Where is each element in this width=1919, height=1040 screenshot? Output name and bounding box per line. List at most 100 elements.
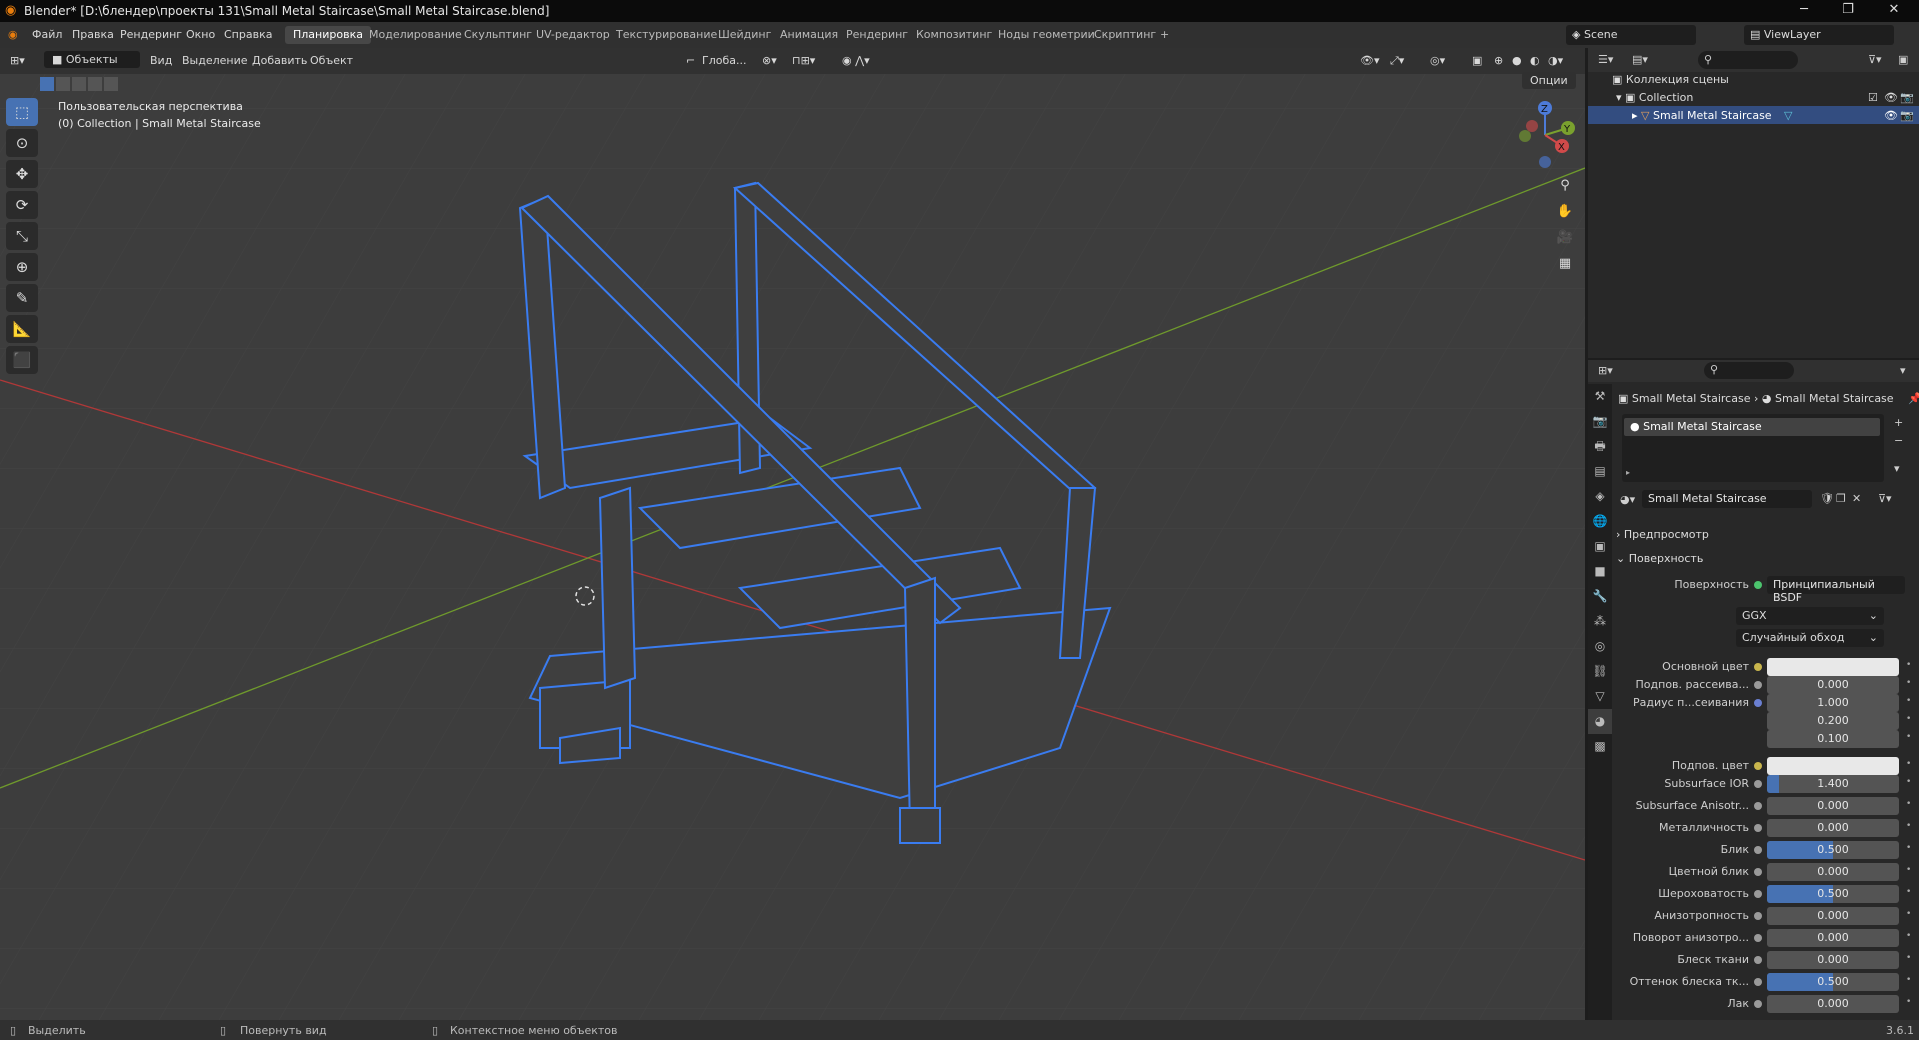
modifier-tab-icon[interactable]: 🔧 <box>1588 584 1612 609</box>
menu-render[interactable]: Рендеринг <box>120 28 182 41</box>
animate-property-icon[interactable]: • <box>1906 759 1911 769</box>
navigation-gizmo[interactable]: Z Y X <box>1510 100 1580 170</box>
properties-search-input[interactable]: ⚲ <box>1704 362 1794 379</box>
animate-property-icon[interactable]: • <box>1906 997 1911 1007</box>
input-socket-icon[interactable] <box>1754 912 1762 920</box>
value-slider[interactable]: 0.000 <box>1767 676 1899 694</box>
animate-property-icon[interactable]: • <box>1906 714 1911 724</box>
outliner-object-row[interactable]: ▸ ▽ Small Metal Staircase ▽ 👁 📷 <box>1588 106 1919 124</box>
transform-tool-icon[interactable]: ⊕ <box>6 253 38 281</box>
value-slider[interactable]: 0.200 <box>1767 712 1899 730</box>
animate-property-icon[interactable]: • <box>1906 953 1911 963</box>
input-socket-icon[interactable] <box>1754 699 1762 707</box>
tab-modeling[interactable]: Моделирование <box>361 26 470 44</box>
menu-window[interactable]: Окно <box>186 28 215 41</box>
3d-viewport[interactable]: ⊞▾ ■ Объекты Вид Выделение Добавить Объе… <box>0 48 1585 1020</box>
measure-tool-icon[interactable]: 📐 <box>6 315 38 343</box>
orientation-selector[interactable]: Глоба... <box>702 54 746 67</box>
outliner-search-input[interactable]: ⚲ <box>1698 51 1798 69</box>
subsurface-method-dropdown[interactable]: Случайный обход ⌄ <box>1736 629 1884 647</box>
pan-hand-icon[interactable]: ✋ <box>1553 200 1577 224</box>
input-socket-icon[interactable] <box>1754 762 1762 770</box>
properties-editor-icon[interactable]: ⊞▾ <box>1598 364 1613 377</box>
expand-arrow-icon[interactable]: ▸ <box>1626 468 1630 477</box>
menu-object[interactable]: Объект <box>310 54 353 67</box>
options-button[interactable]: Опции <box>1522 72 1576 89</box>
maximize-button[interactable]: ❐ <box>1828 2 1868 20</box>
properties-options-icon[interactable]: ▾ <box>1900 364 1906 377</box>
constraints-tab-icon[interactable]: ⛓ <box>1588 659 1612 684</box>
orientation-icon[interactable]: ⌐ <box>686 54 695 67</box>
input-socket-icon[interactable] <box>1754 934 1762 942</box>
zoom-icon[interactable]: ⚲ <box>1553 174 1577 198</box>
value-slider[interactable]: 0.000 <box>1767 863 1899 881</box>
cursor-tool-icon[interactable]: ⊙ <box>6 129 38 157</box>
unlink-icon[interactable]: ✕ <box>1852 492 1861 505</box>
animate-property-icon[interactable]: • <box>1906 696 1911 706</box>
tab-layout[interactable]: Планировка <box>285 26 371 44</box>
gizmo-neg-x-icon[interactable] <box>1526 120 1538 132</box>
outliner-collection[interactable]: ▾ ▣ Collection ☑ 👁 📷 <box>1588 88 1919 106</box>
color-swatch[interactable] <box>1767 757 1899 775</box>
menu-view[interactable]: Вид <box>150 54 172 67</box>
animate-property-icon[interactable]: • <box>1906 909 1911 919</box>
menu-edit[interactable]: Правка <box>72 28 114 41</box>
close-button[interactable]: ✕ <box>1874 2 1914 20</box>
animate-property-icon[interactable]: • <box>1906 678 1911 688</box>
material-tab-icon[interactable]: ◕ <box>1588 709 1612 734</box>
value-slider[interactable]: 0.000 <box>1767 951 1899 969</box>
distribution-dropdown[interactable]: GGX ⌄ <box>1736 607 1884 625</box>
surface-shader-selector[interactable]: Принципиальный BSDF <box>1767 576 1905 604</box>
outliner-display-mode-icon[interactable]: ▤▾ <box>1632 53 1648 66</box>
rotate-tool-icon[interactable]: ⟳ <box>6 191 38 219</box>
gizmo-neg-z-icon[interactable] <box>1539 156 1551 168</box>
animate-property-icon[interactable]: • <box>1906 843 1911 853</box>
value-slider[interactable]: 0.000 <box>1767 819 1899 837</box>
snap-icon[interactable]: ⊓⊞▾ <box>792 54 815 67</box>
new-collection-icon[interactable]: ▣ <box>1898 53 1908 66</box>
shading-material-icon[interactable]: ◐ <box>1530 54 1540 67</box>
value-slider[interactable]: 0.500 <box>1767 973 1899 991</box>
exclude-checkbox-icon[interactable]: ☑ <box>1868 91 1878 104</box>
editor-type-icon[interactable]: ⊞▾ <box>10 54 25 67</box>
remove-slot-icon[interactable]: − <box>1894 434 1903 447</box>
select-intersect-icon[interactable] <box>104 77 118 91</box>
render-tab-icon[interactable]: 📷 <box>1588 409 1612 434</box>
world-tab-icon[interactable]: 🌐 <box>1588 509 1612 534</box>
proportional-edit-icon[interactable]: ◉ ⋀▾ <box>842 54 870 67</box>
animate-property-icon[interactable]: • <box>1906 821 1911 831</box>
duplicate-icon[interactable]: ❐ <box>1836 492 1846 505</box>
ortho-grid-icon[interactable]: ▦ <box>1553 252 1577 276</box>
value-slider[interactable]: 0.000 <box>1767 907 1899 925</box>
animate-property-icon[interactable]: • <box>1906 777 1911 787</box>
gizmo-neg-y-icon[interactable] <box>1519 130 1531 142</box>
material-browse-icon[interactable]: ◕▾ <box>1620 493 1635 506</box>
tab-rendering[interactable]: Рендеринг <box>838 26 916 44</box>
input-socket-icon[interactable] <box>1754 868 1762 876</box>
outliner-scene-collection[interactable]: ▣ Коллекция сцены <box>1588 70 1919 88</box>
camera-render-icon[interactable]: 📷 <box>1900 109 1914 122</box>
input-socket-icon[interactable] <box>1754 956 1762 964</box>
select-extend-icon[interactable] <box>56 77 70 91</box>
mesh-data-icon[interactable]: ▽ <box>1784 109 1792 122</box>
visibility-icon[interactable]: 👁▾ <box>1360 54 1380 67</box>
object-tab-icon[interactable]: ■ <box>1588 559 1612 584</box>
shading-wireframe-icon[interactable]: ⊕ <box>1494 54 1503 67</box>
eye-icon[interactable]: 👁 <box>1884 109 1898 122</box>
outliner-editor-icon[interactable]: ☰▾ <box>1598 53 1613 66</box>
scene-selector[interactable]: ◈ Scene <box>1566 25 1696 45</box>
camera-view-icon[interactable]: 🎥 <box>1553 226 1577 250</box>
particles-tab-icon[interactable]: ⁂ <box>1588 609 1612 634</box>
input-socket-icon[interactable] <box>1754 1000 1762 1008</box>
add-workspace-button[interactable]: + <box>1152 26 1177 44</box>
input-socket-icon[interactable] <box>1754 802 1762 810</box>
overlay-toggle-icon[interactable]: ◎▾ <box>1430 54 1445 67</box>
shading-solid-icon[interactable]: ● <box>1512 54 1522 67</box>
animate-property-icon[interactable]: • <box>1906 799 1911 809</box>
material-name-field[interactable]: Small Metal Staircase <box>1642 490 1812 508</box>
animate-property-icon[interactable]: • <box>1906 660 1911 670</box>
tab-uv-editing[interactable]: UV-редактор <box>528 26 618 44</box>
move-tool-icon[interactable]: ✥ <box>6 160 38 188</box>
value-slider[interactable]: 0.500 <box>1767 841 1899 859</box>
view-layer-selector[interactable]: ▤ ViewLayer <box>1744 25 1894 45</box>
